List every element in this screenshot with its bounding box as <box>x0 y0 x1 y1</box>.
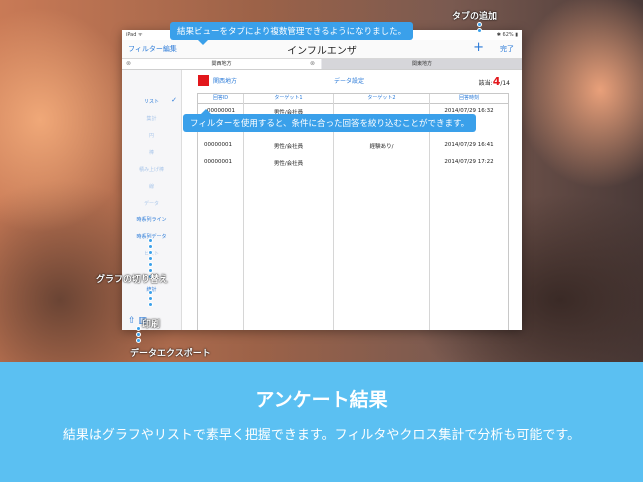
column-header-id[interactable]: 回答ID <box>198 94 243 104</box>
tab-bar: ⊗ 関西地方 ⊗ 関東地方 <box>122 59 522 70</box>
tab-kansai[interactable]: ⊗ 関西地方 ⊗ <box>122 59 321 69</box>
table-cell: 2014/07/29 16:41 <box>444 142 494 148</box>
print-label: 印刷 <box>142 320 161 330</box>
table-cell: 2014/07/29 17:22 <box>444 159 494 165</box>
column-header-target2[interactable]: ターゲット2 <box>334 94 429 104</box>
count-prefix: 該当: <box>478 80 493 87</box>
filter-feature-callout: フィルターを使用すると、条件に合った回答を絞り込むことができます。 <box>183 109 477 132</box>
status-carrier: iPad ᯤ <box>126 32 143 38</box>
table-cell: 00000001 <box>204 159 232 165</box>
sidebar-item-bar[interactable]: 棒 <box>122 149 181 156</box>
graph-switch-label: グラフの切り替え <box>96 275 169 285</box>
close-icon[interactable]: ⊗ <box>126 59 131 69</box>
tab-label: 関東地方 <box>411 61 432 67</box>
column-header-target1[interactable]: ターゲット1 <box>244 94 333 104</box>
tab-feature-callout: 結果ビューをタブにより複数管理できるようになりました。 <box>170 22 414 45</box>
export-label: データエクスポート <box>130 349 211 359</box>
ipad-screen: iPad ᯤ ✱ 62% ▮ フィルター編集 インフルエンザ + 完了 ⊗ 関西… <box>122 30 522 330</box>
table-cell: 男性/会社員 <box>273 161 304 167</box>
graph-switch-pointer-lower <box>148 290 153 308</box>
status-battery: ✱ 62% ▮ <box>496 32 518 38</box>
sidebar-item-timeseries-line[interactable]: 時系列ライン <box>122 216 181 223</box>
promo-banner: アンケート結果 結果はグラフやリストで素早く把握できます。フィルタやクロス集計で… <box>0 362 643 482</box>
count-total: /14 <box>500 80 510 87</box>
region-label: 関西地方 <box>213 78 238 85</box>
tab-kanto[interactable]: 関東地方 <box>322 59 522 69</box>
sidebar-item-data[interactable]: データ <box>122 200 181 207</box>
tab-add-label: タブの追加 <box>452 12 498 22</box>
banner-subtitle: 結果はグラフやリストで素早く把握できます。フィルタやクロス集計で分析も可能です。 <box>62 428 581 443</box>
banner-title: アンケート結果 <box>255 389 388 411</box>
page-title: インフルエンザ <box>287 46 357 57</box>
sidebar-item-pie[interactable]: 円 <box>122 132 181 139</box>
table-cell: 00000001 <box>204 142 232 148</box>
data-settings-button[interactable]: データ設定 <box>334 76 364 85</box>
table-cell: 経験あり/ <box>369 144 394 150</box>
region-color-swatch <box>198 75 209 86</box>
tab-add-pointer <box>477 22 482 34</box>
navigation-bar: フィルター編集 インフルエンザ + 完了 <box>122 40 522 59</box>
result-content: 関西地方 データ設定 該当:4/14 回答ID ターゲット1 ターゲット2 回答… <box>182 70 522 330</box>
add-tab-icon[interactable]: + <box>473 40 484 55</box>
match-count: 該当:4/14 <box>479 75 510 88</box>
sidebar-item-line[interactable]: 線 <box>122 183 181 190</box>
sidebar-item-summary[interactable]: 集計 <box>122 115 181 122</box>
table-cell: 男性/会社員 <box>273 144 304 150</box>
tab-label: 関西地方 <box>211 61 232 67</box>
export-pointer <box>136 326 141 344</box>
close-icon[interactable]: ⊗ <box>310 59 315 69</box>
sidebar-item-stacked[interactable]: 積み上げ棒 <box>122 166 181 173</box>
done-button[interactable]: 完了 <box>500 44 514 54</box>
column-header-time[interactable]: 回答時刻 <box>430 94 508 104</box>
check-icon: ✓ <box>171 96 177 104</box>
